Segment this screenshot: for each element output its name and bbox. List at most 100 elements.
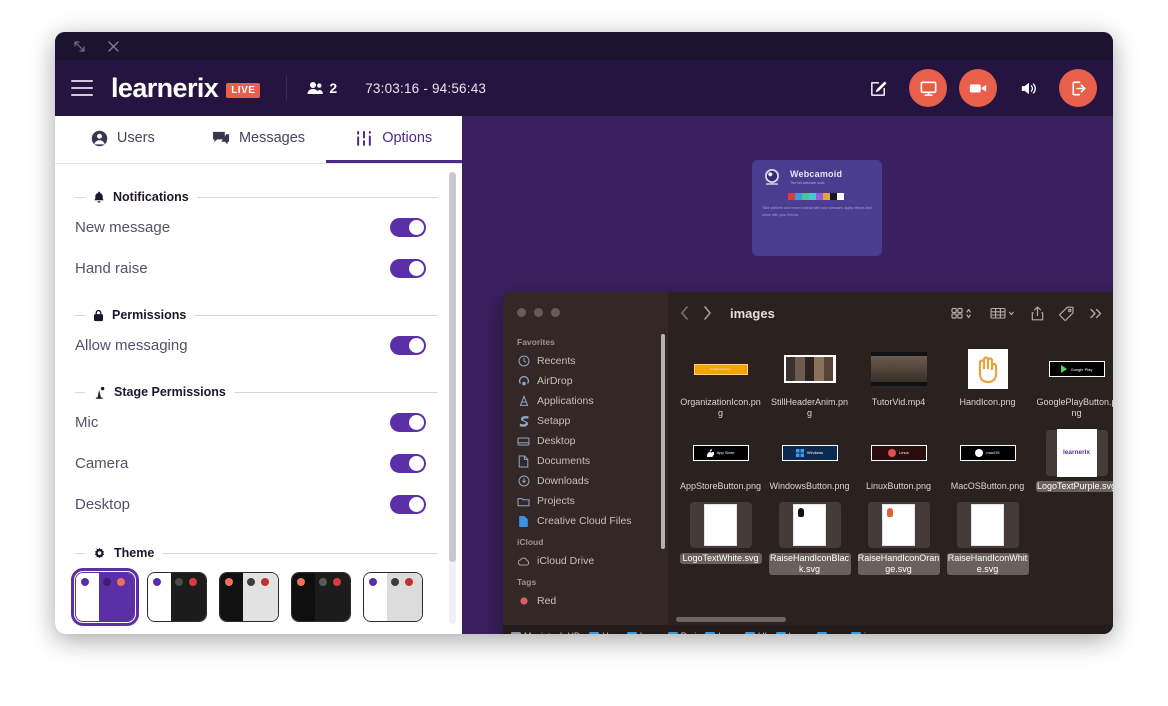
chevron-right-icon[interactable] xyxy=(703,306,712,320)
color-bar xyxy=(809,193,816,200)
option-row: Mic xyxy=(75,405,438,440)
finder-file-item[interactable]: Windows WindowsButton.png xyxy=(765,424,854,496)
toggle-hand-raise[interactable] xyxy=(390,259,426,278)
close-icon[interactable] xyxy=(105,38,121,54)
finder-sidebar-scrollbar[interactable] xyxy=(661,334,665,549)
toggle-desktop[interactable] xyxy=(390,495,426,514)
option-label: New message xyxy=(75,219,171,236)
finder-sidebar-item-setapp[interactable]: Setapp xyxy=(503,411,668,431)
panel-scrollbar-thumb[interactable] xyxy=(449,172,456,562)
finder-file-item[interactable]: LogoTextWhite.svg xyxy=(676,496,765,580)
breadcrumb-item[interactable]: hass xyxy=(626,631,659,634)
finder-file-item[interactable]: RaiseHandIconWhite.svg xyxy=(943,496,1032,580)
finder-file-item[interactable]: RaiseHandIconOrange.svg xyxy=(854,496,943,580)
finder-sidebar-item-documents[interactable]: Documents xyxy=(503,451,668,471)
swatch-dot xyxy=(117,578,126,586)
breadcrumb-item[interactable]: Macintosh HD xyxy=(511,631,581,634)
finder-minimize-button[interactable] xyxy=(534,308,543,317)
finder-sidebar-item-red[interactable]: Red xyxy=(503,591,668,611)
section-title: Stage Permissions xyxy=(114,385,226,399)
option-label: Hand raise xyxy=(75,260,148,277)
finder-file-item[interactable]: HandIcon.png xyxy=(943,340,1032,424)
theme-swatch-grid xyxy=(71,568,438,634)
swatch-dot xyxy=(369,578,377,586)
breadcrumb-item[interactable]: src xyxy=(817,631,842,634)
theme-dark-light[interactable] xyxy=(219,572,279,622)
finder-file-item[interactable]: TutorVid.mp4 xyxy=(854,340,943,424)
swatch-dot xyxy=(297,578,305,586)
applications-icon xyxy=(517,395,530,408)
toggle-new-message[interactable] xyxy=(390,218,426,237)
finder-traffic-lights[interactable] xyxy=(503,302,668,331)
theme-purple-light[interactable] xyxy=(71,568,139,626)
finder-file-item[interactable]: Google Play GooglePlayButton.png xyxy=(1032,340,1113,424)
share-icon[interactable] xyxy=(1031,305,1044,321)
finder-file-item[interactable]: StillHeaderAnim.png xyxy=(765,340,854,424)
bell-icon xyxy=(93,191,105,204)
group-by-icon[interactable] xyxy=(990,307,1016,320)
breadcrumb-item[interactable]: images xyxy=(850,631,893,634)
file-name-label: MacOSButton.png xyxy=(950,480,1025,491)
finder-file-item[interactable]: Linux LinuxButton.png xyxy=(854,424,943,496)
screen-share-button[interactable] xyxy=(909,69,947,107)
finder-close-button[interactable] xyxy=(517,308,526,317)
collapse-arrows-icon[interactable] xyxy=(71,38,87,54)
finder-file-item[interactable]: learnerix LogoTextPurple.svg xyxy=(1032,424,1113,496)
finder-sidebar-item-creative-cloud-files[interactable]: Creative Cloud Files xyxy=(503,511,668,531)
toggle-allow-messaging[interactable] xyxy=(390,336,426,355)
breadcrumb-item[interactable]: Use xyxy=(589,631,618,634)
window-chrome xyxy=(55,32,1113,60)
file-name-label: TutorVid.mp4 xyxy=(871,397,926,407)
webcamoid-thumbnail[interactable]: Webcamoid The full webcam suite Take pic… xyxy=(752,160,882,256)
finder-window: Favorites Recents AirDrop Applications Setap… xyxy=(503,292,1113,634)
file-name-label: RaiseHandIconOrange.svg xyxy=(857,552,940,576)
finder-sidebar-item-projects[interactable]: Projects xyxy=(503,491,668,511)
finder-sidebar-item-downloads[interactable]: Downloads xyxy=(503,471,668,491)
breadcrumb-item[interactable]: Proj xyxy=(667,631,697,634)
panel-scrollbar[interactable] xyxy=(449,172,456,624)
theme-purple-gray[interactable] xyxy=(363,572,423,622)
tag-icon[interactable] xyxy=(1059,306,1074,321)
leave-button[interactable] xyxy=(1059,69,1097,107)
finder-file-item[interactable]: macOS MacOSButton.png xyxy=(943,424,1032,496)
whiteboard-button[interactable] xyxy=(859,69,897,107)
theme-dark-2[interactable] xyxy=(291,572,351,622)
swatch-right xyxy=(315,573,350,621)
tab-messages[interactable]: Messages xyxy=(191,116,327,163)
hard-drive-icon xyxy=(511,631,521,634)
breadcrumb-label: Lear xyxy=(718,631,736,634)
grid-view-icon[interactable] xyxy=(951,307,975,320)
stage-icon xyxy=(93,386,106,399)
finder-sidebar-item-label: Creative Cloud Files xyxy=(537,515,632,527)
toggle-camera[interactable] xyxy=(390,454,426,473)
chevron-left-icon[interactable] xyxy=(680,306,689,320)
finder-file-item[interactable]: RaiseHandIconBlack.svg xyxy=(765,496,854,580)
options-scroll-area[interactable]: Notifications New message Hand raise Per… xyxy=(55,164,462,634)
hamburger-icon[interactable] xyxy=(71,80,93,96)
file-thumb-image: Linux xyxy=(870,444,927,461)
finder-file-item[interactable]: App Store AppStoreButton.png xyxy=(676,424,765,496)
finder-sidebar-item-icloud-drive[interactable]: iCloud Drive xyxy=(503,551,668,571)
finder-zoom-button[interactable] xyxy=(551,308,560,317)
gear-icon xyxy=(93,547,106,560)
breadcrumb-item[interactable]: Lear xyxy=(705,631,736,634)
finder-horizontal-scrollbar[interactable] xyxy=(676,617,786,622)
finder-sidebar-item-desktop[interactable]: Desktop xyxy=(503,431,668,451)
swatch-dot xyxy=(405,578,414,586)
finder-sidebar-item-recents[interactable]: Recents xyxy=(503,351,668,371)
breadcrumb-label: Macintosh HD xyxy=(524,631,581,634)
breadcrumb-item[interactable]: UI xyxy=(744,631,767,634)
section-stage-permissions-header: Stage Permissions xyxy=(75,385,438,399)
finder-file-area[interactable]: Organization OrganizationIcon.png StillHea… xyxy=(668,334,1113,625)
finder-sidebar-item-airdrop[interactable]: AirDrop xyxy=(503,371,668,391)
breadcrumb-item[interactable]: learn xyxy=(775,631,809,634)
camera-button[interactable] xyxy=(959,69,997,107)
tab-users[interactable]: Users xyxy=(55,116,191,163)
tab-options[interactable]: Options xyxy=(326,116,463,163)
more-icon[interactable] xyxy=(1089,307,1103,320)
theme-dark-1[interactable] xyxy=(147,572,207,622)
speaker-button[interactable] xyxy=(1009,69,1047,107)
toggle-mic[interactable] xyxy=(390,413,426,432)
finder-file-item[interactable]: Organization OrganizationIcon.png xyxy=(676,340,765,424)
finder-sidebar-item-applications[interactable]: Applications xyxy=(503,391,668,411)
